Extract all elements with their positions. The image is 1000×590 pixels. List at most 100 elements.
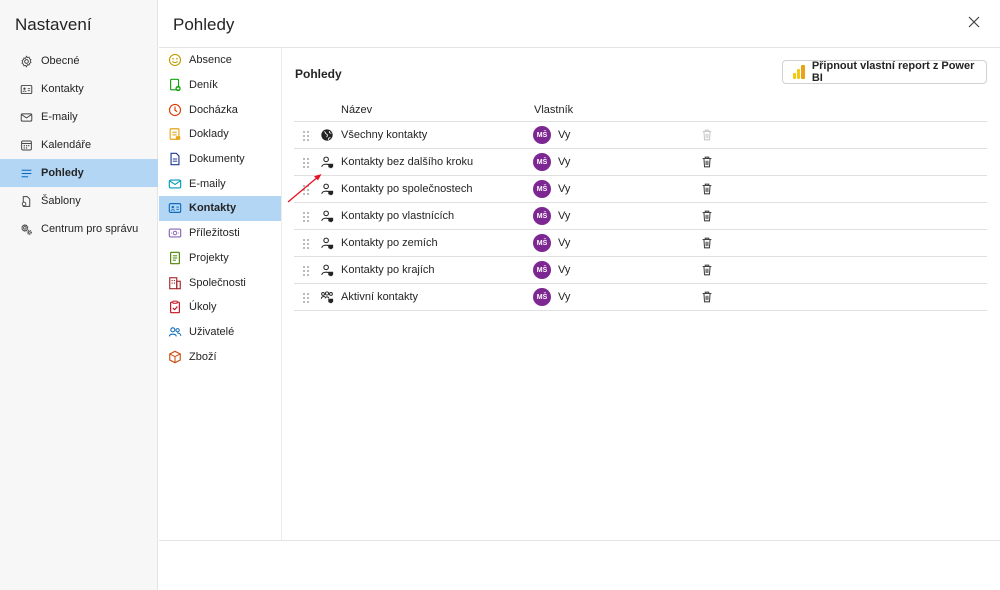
contact-card-icon [19, 82, 33, 96]
sidebar-item-kalendare[interactable]: Kalendáře [0, 131, 158, 159]
sidebar-item-sablony[interactable]: Šablony [0, 187, 158, 215]
powerbi-icon [793, 65, 807, 79]
table-row[interactable]: Kontakty po vlastnících MŠ Vy [294, 203, 987, 230]
table-row[interactable]: Aktivní kontakty MŠ Vy [294, 284, 987, 311]
table-header: Název Vlastník [294, 100, 987, 122]
clock-icon [168, 103, 182, 117]
avatar: MŠ [533, 153, 551, 171]
table-row[interactable]: Kontakty po krajích MŠ Vy [294, 257, 987, 284]
table-row[interactable]: Kontakty po zemích MŠ Vy [294, 230, 987, 257]
column-header-name[interactable]: Název [341, 104, 372, 116]
view-name: Kontakty po společnostech [341, 183, 473, 195]
entity-item-projekty[interactable]: Projekty [159, 246, 281, 271]
entity-item-dokumenty[interactable]: Dokumenty [159, 147, 281, 172]
drag-handle-icon[interactable] [303, 158, 309, 168]
entity-item-label: Dokumenty [189, 153, 245, 166]
view-name: Aktivní kontakty [341, 291, 419, 303]
trash-icon[interactable] [700, 209, 714, 223]
documents-icon [168, 127, 182, 141]
view-name: Všechny kontakty [341, 129, 428, 141]
entity-item-spolecnosti[interactable]: Společnosti [159, 270, 281, 295]
drag-handle-icon[interactable] [303, 185, 309, 195]
entity-item-uzivatele[interactable]: Uživatelé [159, 320, 281, 345]
sidebar-item-label: Šablony [41, 195, 81, 207]
entity-item-zbozi[interactable]: Zboží [159, 344, 281, 369]
trash-icon[interactable] [700, 290, 714, 304]
trash-icon[interactable] [700, 263, 714, 277]
entity-item-label: Společnosti [189, 276, 246, 289]
entity-item-label: E-maily [189, 177, 226, 190]
sidebar-item-label: E-maily [41, 111, 78, 123]
owner-name: Vy [558, 210, 571, 222]
entity-item-dochazka[interactable]: Docházka [159, 97, 281, 122]
box-icon [168, 350, 182, 364]
entity-item-label: Absence [189, 54, 232, 67]
mail-icon [168, 177, 182, 191]
entity-item-label: Úkoly [189, 301, 217, 314]
owner-name: Vy [558, 129, 571, 141]
views-table: Název Vlastník Všechny kontakty MŠ Vy Ko… [294, 100, 987, 311]
pin-powerbi-report-button[interactable]: Připnout vlastní report z Power BI [782, 60, 987, 84]
task-icon [168, 300, 182, 314]
owner-name: Vy [558, 264, 571, 276]
sidebar-item-emaily[interactable]: E-maily [0, 103, 158, 131]
avatar: MŠ [533, 207, 551, 225]
entity-item-doklady[interactable]: Doklady [159, 122, 281, 147]
owner-name: Vy [558, 237, 571, 249]
sidebar-item-pohledy[interactable]: Pohledy [0, 159, 158, 187]
entity-item-label: Uživatelé [189, 325, 235, 338]
diary-icon [168, 78, 182, 92]
globe-icon [321, 129, 333, 141]
person-view-icon [321, 237, 334, 250]
entity-item-denik[interactable]: Deník [159, 73, 281, 98]
table-row[interactable]: Kontakty po společnostech MŠ Vy [294, 176, 987, 203]
entity-item-absence[interactable]: Absence [159, 48, 281, 73]
person-view-icon [321, 264, 334, 277]
admin-gear-icon [19, 222, 33, 236]
views-content: Pohledy Připnout vlastní report z Power … [282, 48, 1000, 540]
drag-handle-icon[interactable] [303, 131, 309, 141]
users-icon [168, 325, 182, 339]
entity-item-kontakty[interactable]: Kontakty [159, 196, 281, 221]
avatar: MŠ [533, 261, 551, 279]
view-name: Kontakty po krajích [341, 264, 435, 276]
drag-handle-icon[interactable] [303, 293, 309, 303]
entity-item-label: Deník [189, 79, 218, 92]
drag-handle-icon[interactable] [303, 212, 309, 222]
entity-item-label: Doklady [189, 128, 229, 141]
trash-icon[interactable] [700, 182, 714, 196]
sidebar-item-label: Pohledy [41, 167, 84, 179]
pin-powerbi-report-label: Připnout vlastní report z Power BI [811, 60, 975, 84]
person-view-icon [321, 183, 334, 196]
entity-item-ukoly[interactable]: Úkoly [159, 295, 281, 320]
table-row[interactable]: Kontakty bez dalšího kroku MŠ Vy [294, 149, 987, 176]
entity-item-label: Projekty [189, 251, 229, 264]
settings-nav: Obecné Kontakty E-maily Kalendáře Pohled… [0, 47, 158, 243]
sidebar-item-kontakty[interactable]: Kontakty [0, 75, 158, 103]
document-icon [168, 152, 182, 166]
owner-name: Vy [558, 156, 571, 168]
footer-divider [159, 540, 1000, 541]
close-button[interactable] [966, 14, 982, 30]
trash-icon[interactable] [700, 155, 714, 169]
sidebar-item-label: Kalendáře [41, 139, 92, 151]
drag-handle-icon[interactable] [303, 239, 309, 249]
sidebar-item-centrum-pro-spravu[interactable]: Centrum pro správu [0, 215, 158, 243]
contact-card-icon [168, 201, 182, 215]
list-icon [19, 166, 33, 180]
entity-item-prilezitosti[interactable]: Příležitosti [159, 221, 281, 246]
view-name: Kontakty po vlastnících [341, 210, 455, 222]
opportunity-icon [168, 226, 182, 240]
entity-item-label: Zboží [189, 350, 217, 363]
sidebar-item-obecne[interactable]: Obecné [0, 47, 158, 75]
trash-icon[interactable] [700, 236, 714, 250]
close-icon [968, 16, 980, 28]
person-view-icon [321, 156, 334, 169]
drag-handle-icon[interactable] [303, 266, 309, 276]
table-row[interactable]: Všechny kontakty MŠ Vy [294, 122, 987, 149]
sidebar-item-label: Centrum pro správu [41, 223, 139, 235]
settings-sidebar: Nastavení Obecné Kontakty E-maily Kalend… [0, 0, 158, 590]
person-view-icon [321, 210, 334, 223]
entity-item-emaily[interactable]: E-maily [159, 171, 281, 196]
column-header-owner[interactable]: Vlastník [534, 104, 573, 116]
